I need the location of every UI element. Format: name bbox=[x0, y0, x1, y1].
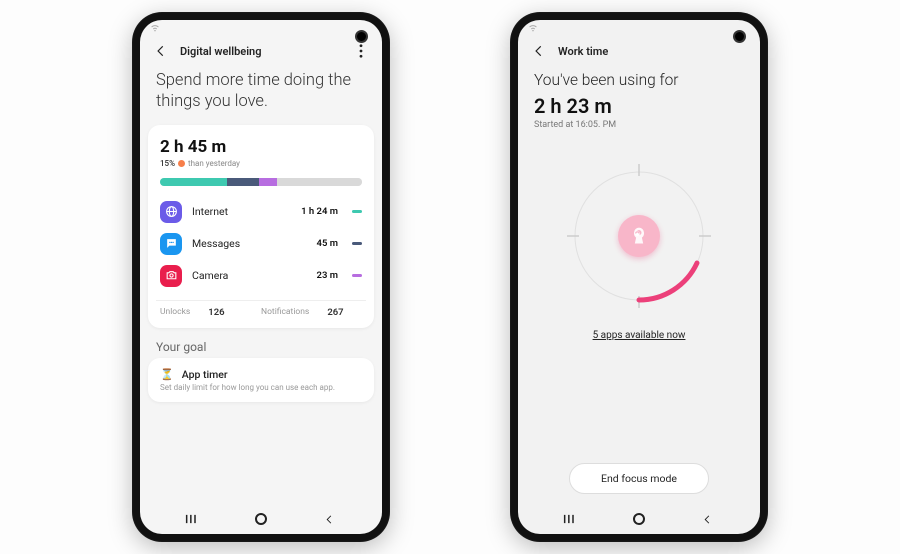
delta-text: than yesterday bbox=[188, 159, 240, 168]
wifi-icon bbox=[150, 23, 160, 35]
bar-segment bbox=[160, 178, 227, 186]
wifi-icon bbox=[528, 23, 538, 35]
status-bar bbox=[140, 20, 382, 38]
app-time: 45 m bbox=[317, 238, 338, 249]
page-title: Digital wellbeing bbox=[180, 45, 261, 58]
usage-bar bbox=[160, 178, 362, 186]
hero: You've been using for 2 h 23 m Started a… bbox=[518, 64, 760, 142]
unlocks-label: Unlocks bbox=[160, 307, 190, 317]
screen-left: Digital wellbeing Spend more time doing … bbox=[140, 20, 382, 534]
focus-dial-area: 5 apps available now bbox=[518, 142, 760, 429]
usage-card[interactable]: 2 h 45 m 15% than yesterday Internet 1 h… bbox=[148, 125, 374, 328]
app-name: Messages bbox=[192, 237, 307, 250]
session-time: 2 h 23 m bbox=[534, 94, 744, 118]
app-row-messages[interactable]: Messages 45 m bbox=[160, 228, 362, 260]
camera-hole bbox=[733, 30, 746, 43]
delta-percent: 15% bbox=[160, 159, 175, 168]
home-button[interactable] bbox=[247, 510, 275, 528]
recents-button[interactable] bbox=[556, 510, 584, 528]
camera-icon bbox=[160, 265, 182, 287]
bar-segment bbox=[227, 178, 259, 186]
stats-row: Unlocks 126 Notifications 267 bbox=[160, 307, 362, 318]
focus-center-icon[interactable] bbox=[618, 215, 660, 257]
app-color-dot bbox=[352, 274, 362, 277]
phone-right: Work time You've been using for 2 h 23 m… bbox=[510, 12, 768, 542]
back-button[interactable] bbox=[530, 42, 548, 60]
up-arrow-icon bbox=[178, 160, 185, 167]
goal-section-header: Your goal bbox=[156, 340, 366, 354]
app-color-dot bbox=[352, 210, 362, 213]
delta-row: 15% than yesterday bbox=[160, 159, 362, 168]
back-button[interactable] bbox=[152, 42, 170, 60]
app-row-internet[interactable]: Internet 1 h 24 m bbox=[160, 196, 362, 228]
app-color-dot bbox=[352, 242, 362, 245]
more-menu-button[interactable] bbox=[352, 42, 370, 60]
nav-bar bbox=[140, 504, 382, 534]
focus-dial bbox=[559, 156, 719, 316]
hero-text: Spend more time doing the things you lov… bbox=[156, 70, 366, 113]
camera-hole bbox=[355, 30, 368, 43]
app-time: 23 m bbox=[317, 270, 338, 281]
end-focus-button[interactable]: End focus mode bbox=[569, 463, 709, 494]
unlocks-value: 126 bbox=[208, 307, 224, 318]
app-time: 1 h 24 m bbox=[301, 206, 338, 217]
available-apps-link[interactable]: 5 apps available now bbox=[593, 330, 686, 341]
nav-bar bbox=[518, 504, 760, 534]
app-row-camera[interactable]: Camera 23 m bbox=[160, 260, 362, 292]
status-bar bbox=[518, 20, 760, 38]
screen-right: Work time You've been using for 2 h 23 m… bbox=[518, 20, 760, 534]
nav-back-button[interactable] bbox=[694, 510, 722, 528]
nav-back-button[interactable] bbox=[316, 510, 344, 528]
started-at: Started at 16:05. PM bbox=[534, 120, 744, 130]
messages-icon bbox=[160, 233, 182, 255]
header: Work time bbox=[518, 38, 760, 64]
app-name: Camera bbox=[192, 269, 307, 282]
page-title: Work time bbox=[558, 45, 608, 58]
goal-title: App timer bbox=[182, 368, 228, 381]
notifications-label: Notifications bbox=[261, 307, 309, 317]
hero: Spend more time doing the things you lov… bbox=[140, 64, 382, 125]
hourglass-icon: ⏳ bbox=[160, 368, 174, 381]
home-button[interactable] bbox=[625, 510, 653, 528]
goal-desc: Set daily limit for how long you can use… bbox=[160, 383, 362, 392]
total-time: 2 h 45 m bbox=[160, 137, 362, 157]
phone-left: Digital wellbeing Spend more time doing … bbox=[132, 12, 390, 542]
bar-segment bbox=[259, 178, 277, 186]
goal-card[interactable]: ⏳ App timer Set daily limit for how long… bbox=[148, 358, 374, 402]
bar-segment bbox=[277, 178, 362, 186]
app-name: Internet bbox=[192, 205, 291, 218]
recents-button[interactable] bbox=[178, 510, 206, 528]
divider bbox=[156, 300, 366, 301]
notifications-value: 267 bbox=[327, 307, 343, 318]
header: Digital wellbeing bbox=[140, 38, 382, 64]
hero-text: You've been using for bbox=[534, 70, 744, 90]
internet-icon bbox=[160, 201, 182, 223]
